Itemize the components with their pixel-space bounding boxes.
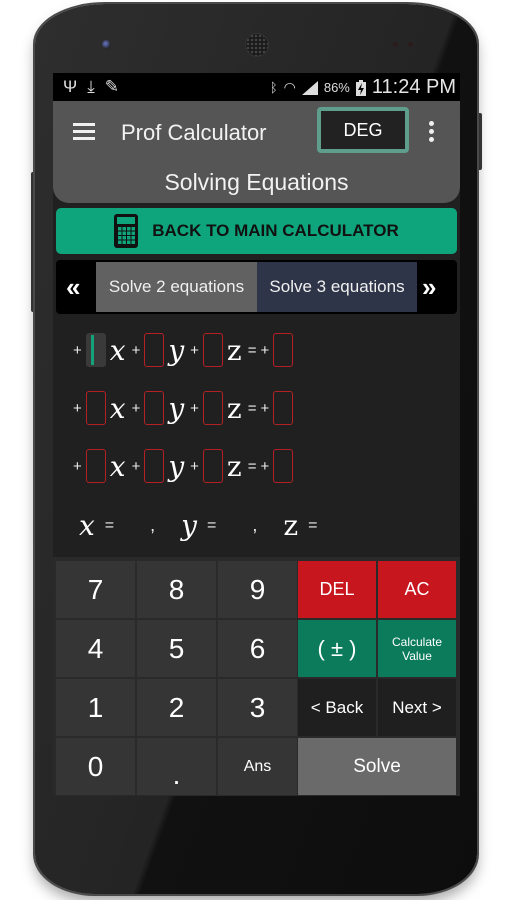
coefficient-z-field[interactable] [202,333,223,367]
solution-row: x = , y = , z = [79,509,321,542]
plus-sign: + [190,341,199,359]
plus-sign: + [190,457,199,475]
proximity-sensor [393,42,398,47]
front-camera [102,40,111,49]
var-x: x [109,333,126,367]
equation-row: + x + y + z = + [73,388,297,428]
key-2[interactable]: 2 [137,679,216,736]
wifi-icon: ◠ [283,79,296,95]
plus-sign: + [73,399,82,417]
separator: , [150,515,156,535]
coefficient-x-field[interactable] [85,449,106,483]
var-y: y [168,449,185,483]
key-6[interactable]: 6 [218,620,297,677]
angle-mode-button[interactable]: DEG [317,107,409,153]
page-title: Solving Equations [164,169,349,195]
calculator-icon [114,214,139,248]
var-x: x [109,449,126,483]
plus-sign: + [260,399,270,417]
equals-sign: = [206,516,217,534]
tab-solve-2-equations[interactable]: Solve 2 equations [96,262,257,312]
coefficient-x-field[interactable] [85,333,106,367]
keypad: 7 8 9 DEL AC 4 5 6 ( ± ) Calculate Value… [53,557,460,796]
key-5[interactable]: 5 [137,620,216,677]
plus-sign: + [73,341,82,359]
battery-charging-icon [355,79,366,96]
result-y-label: y [181,509,197,542]
earpiece-speaker [245,33,269,57]
key-8[interactable]: 8 [137,561,216,618]
var-z: z [226,449,242,483]
power-button [477,113,482,170]
equals-sign: = [247,341,257,359]
key-7[interactable]: 7 [56,561,135,618]
plus-sign: + [260,341,270,359]
back-to-main-calculator-button[interactable]: BACK TO MAIN CALCULATOR [56,208,457,254]
separator: , [252,515,258,535]
coefficient-y-field[interactable] [144,333,165,367]
signal-icon [301,80,318,95]
coefficient-z-field[interactable] [202,391,223,425]
result-z-label: z [283,509,299,542]
plus-sign: + [73,457,82,475]
solve-button[interactable]: Solve [298,738,456,795]
plus-sign: + [190,399,199,417]
equation-row: + x + y + z = + [73,330,297,370]
overflow-menu-icon[interactable] [429,121,435,145]
edit-icon: ✎ [104,77,119,96]
back-button-label: BACK TO MAIN CALCULATOR [152,221,399,240]
key-1[interactable]: 1 [56,679,135,736]
light-sensor [408,42,413,47]
var-z: z [226,391,242,425]
chevron-double-right-icon[interactable]: » [422,272,437,303]
equals-sign: = [308,516,318,534]
constant-field[interactable] [273,391,294,425]
equals-sign: = [247,399,257,417]
screen: Ψ ⤓ ✎ ᛒ ◠ 86% 11:24 PM Prof Calculator D… [53,73,460,796]
constant-field[interactable] [273,449,294,483]
key-9[interactable]: 9 [218,561,297,618]
result-x-label: x [79,509,95,542]
var-z: z [226,333,242,367]
bluetooth-icon: ᛒ [269,80,278,95]
key-decimal[interactable]: . [137,738,216,795]
download-icon: ⤓ [87,77,95,96]
constant-field[interactable] [273,333,294,367]
coefficient-x-field[interactable] [85,391,106,425]
plus-sign: + [131,399,141,417]
equation-mode-tabs: « Solve 2 equations Solve 3 equations » [56,260,457,314]
app-title: Prof Calculator [121,120,267,145]
coefficient-y-field[interactable] [144,449,165,483]
var-y: y [168,391,185,425]
usb-icon: Ψ [63,77,78,96]
chevron-double-left-icon[interactable]: « [66,272,81,303]
var-x: x [109,391,126,425]
coefficient-z-field[interactable] [202,449,223,483]
key-3[interactable]: 3 [218,679,297,736]
var-y: y [168,333,185,367]
coefficient-y-field[interactable] [144,391,165,425]
equals-sign: = [104,516,115,534]
key-4[interactable]: 4 [56,620,135,677]
tab-solve-3-equations[interactable]: Solve 3 equations [257,262,417,312]
all-clear-button[interactable]: AC [378,561,456,618]
delete-button[interactable]: DEL [298,561,376,618]
equals-sign: = [247,457,257,475]
sign-toggle-button[interactable]: ( ± ) [298,620,376,677]
menu-icon[interactable] [73,123,95,140]
plus-sign: + [260,457,270,475]
back-field-button[interactable]: < Back [298,679,376,736]
calculate-value-button[interactable]: Calculate Value [378,620,456,677]
next-field-button[interactable]: Next > [378,679,456,736]
plus-sign: + [131,457,141,475]
clock: 11:24 PM [371,76,456,98]
equation-row: + x + y + z = + [73,446,297,486]
plus-sign: + [131,341,141,359]
app-bar: Prof Calculator DEG Solving Equations [53,101,460,203]
key-0[interactable]: 0 [56,738,135,795]
status-bar: Ψ ⤓ ✎ ᛒ ◠ 86% 11:24 PM [53,73,460,101]
battery-level: 86% [323,80,350,95]
ans-button[interactable]: Ans [218,738,297,795]
